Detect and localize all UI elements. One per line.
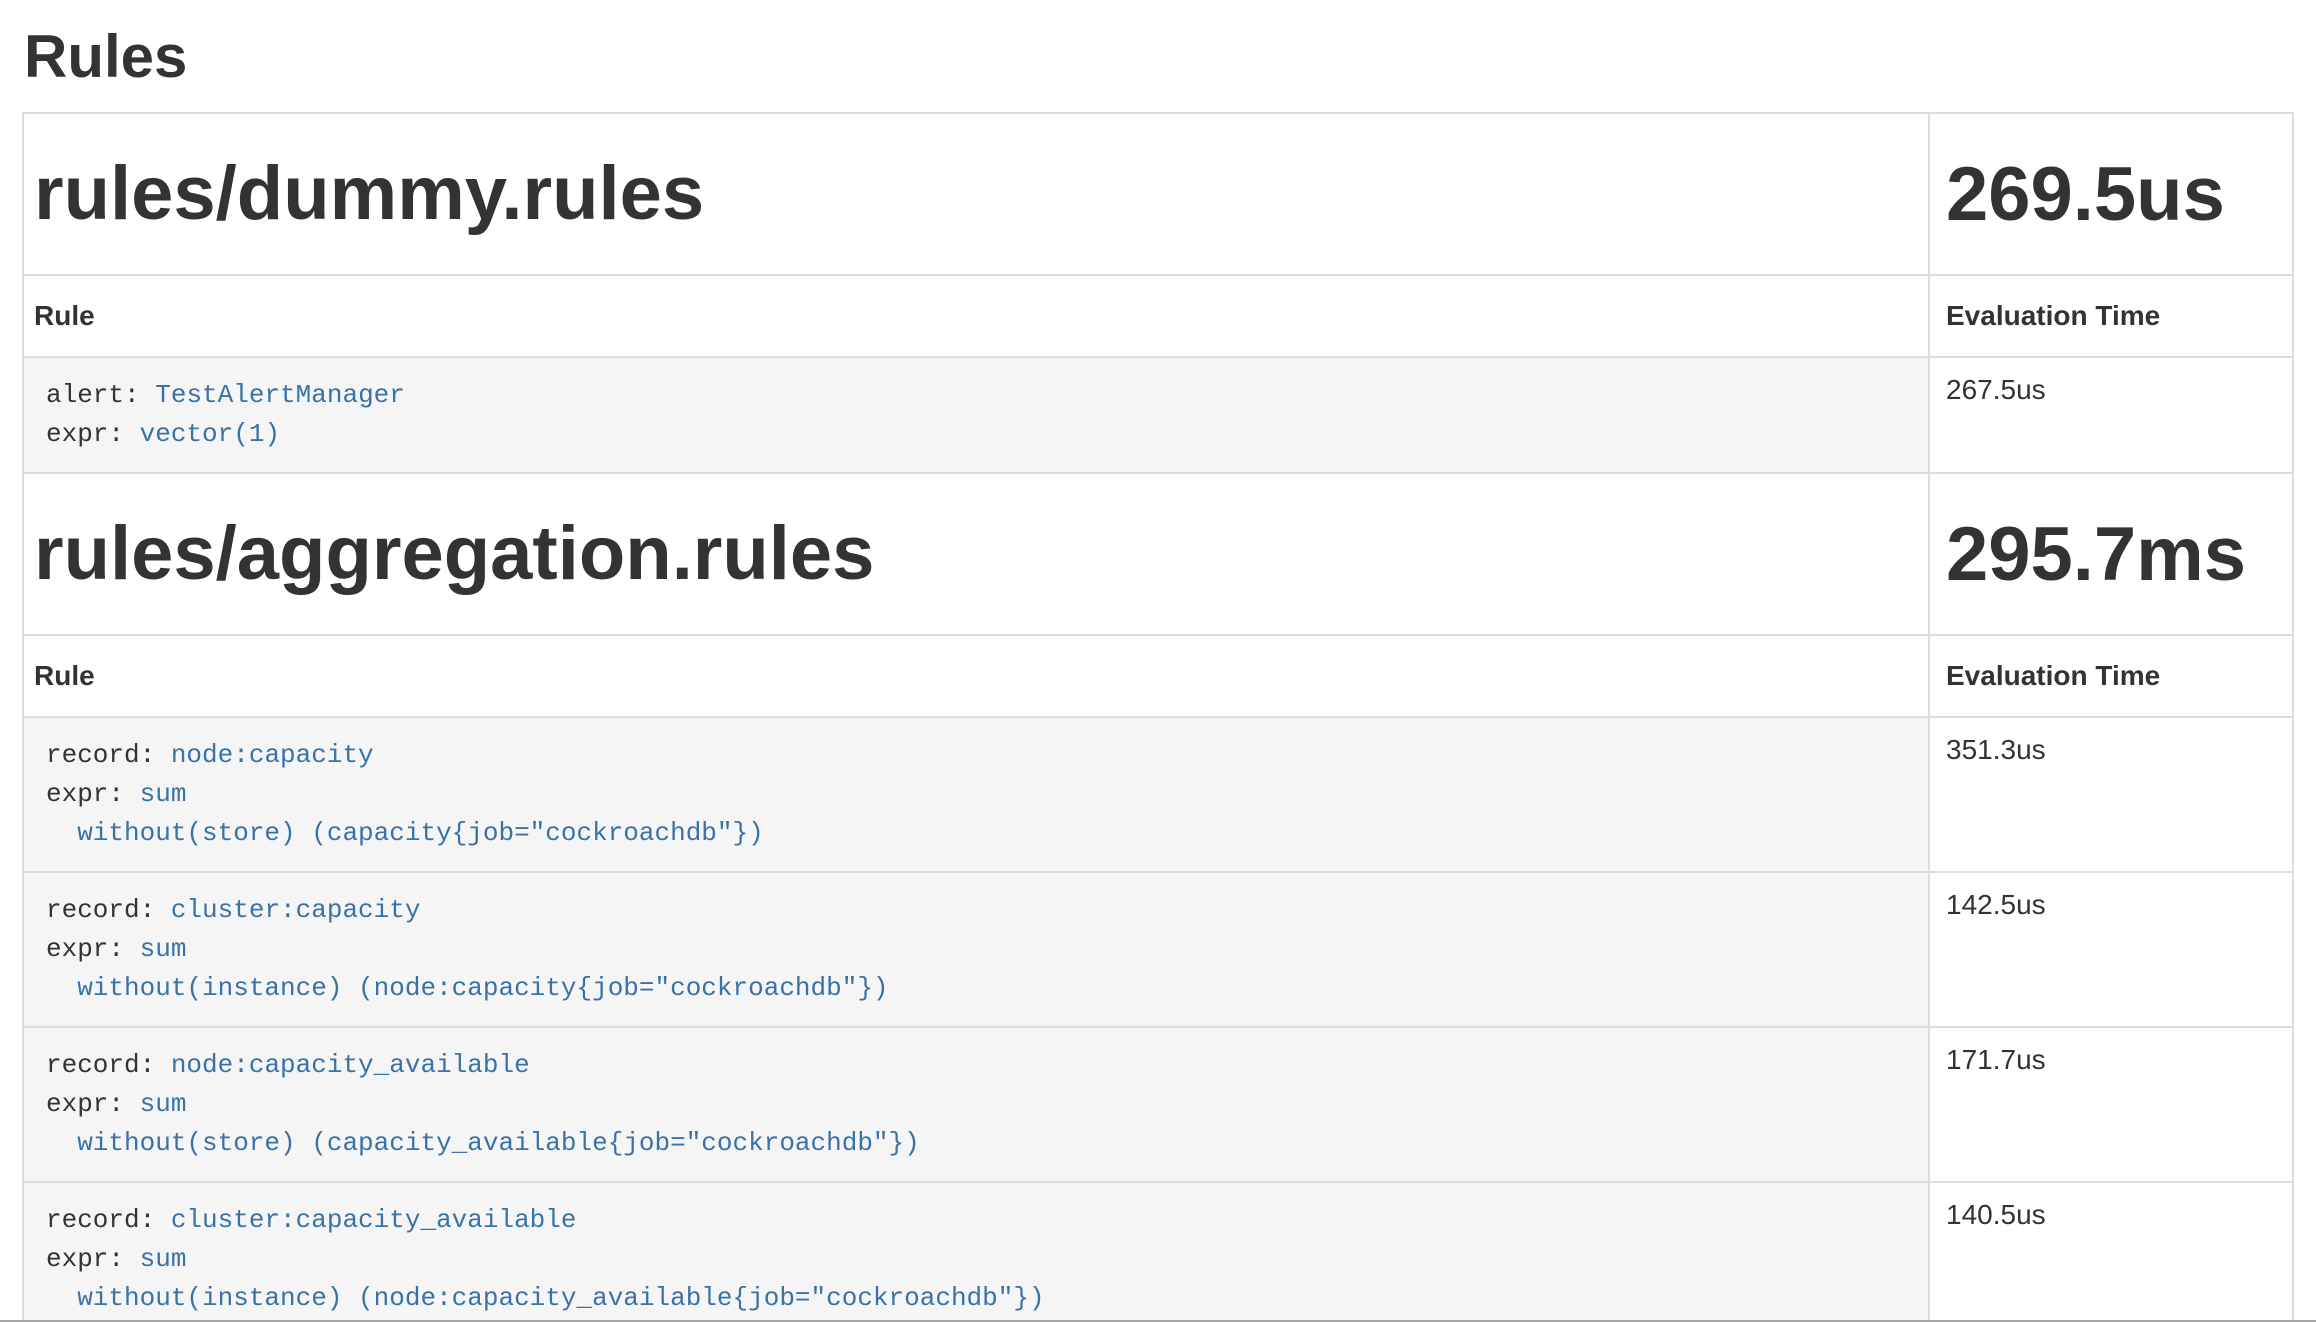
rule-expr-line: without(instance) (node:capacity_availab…	[46, 1283, 1045, 1313]
rule-expr-line: vector(1)	[140, 419, 280, 449]
rule-row: record: node:capacity expr: sum without(s…	[23, 717, 2293, 872]
rule-code: alert: TestAlertManager expr: vector(1)	[46, 376, 1906, 454]
rule-evaluation-time: 140.5us	[1929, 1182, 2293, 1322]
rule-type-key: alert:	[46, 380, 140, 410]
evaluation-time-column-header: Evaluation Time	[1929, 635, 2293, 717]
page-title: Rules	[24, 24, 2294, 90]
rule-group-header-row: rules/dummy.rules 269.5us	[23, 113, 2293, 275]
rule-group-file: rules/aggregation.rules	[34, 511, 874, 596]
rule-name-link[interactable]: cluster:capacity	[171, 895, 421, 925]
rule-expr-link[interactable]: sum without(instance) (node:capacity_ava…	[46, 1244, 1045, 1313]
rules-table: rules/dummy.rules269.5usRuleEvaluation T…	[22, 112, 2294, 1322]
rule-definition-cell: record: node:capacity expr: sum without(s…	[23, 717, 1929, 872]
rule-expr-link[interactable]: sum without(store) (capacity{job="cockro…	[46, 779, 764, 848]
expr-key: expr:	[46, 419, 124, 449]
expr-key: expr:	[46, 1089, 124, 1119]
rule-group-header-row: rules/aggregation.rules 295.7ms	[23, 473, 2293, 635]
rules-page: Rules rules/dummy.rules269.5usRuleEvalua…	[0, 24, 2316, 1322]
rule-definition-cell: record: cluster:capacity_availableexpr: …	[23, 1182, 1929, 1322]
rule-row: record: node:capacity_available expr: sum…	[23, 1027, 2293, 1182]
columns-header-row: RuleEvaluation Time	[23, 635, 2293, 717]
rule-type-key: record:	[46, 895, 155, 925]
rule-type-key: record:	[46, 740, 155, 770]
rule-code: record: cluster:capacity_availableexpr: …	[46, 1201, 1906, 1318]
rule-group-evaluation-time: 295.7ms	[1929, 473, 2293, 635]
rule-name-link[interactable]: node:capacity_available	[171, 1050, 530, 1080]
rule-column-header: Rule	[23, 635, 1929, 717]
rule-group-name-cell: rules/aggregation.rules	[23, 473, 1929, 635]
rule-evaluation-time: 142.5us	[1929, 872, 2293, 1027]
rule-name-link[interactable]: TestAlertManager	[155, 380, 405, 410]
rule-definition-cell: record: cluster:capacity expr: sum withou…	[23, 872, 1929, 1027]
rule-name-link[interactable]: node:capacity	[171, 740, 374, 770]
rule-group-file: rules/dummy.rules	[34, 151, 704, 236]
rule-column-header: Rule	[23, 275, 1929, 357]
expr-key: expr:	[46, 934, 124, 964]
rule-evaluation-time: 267.5us	[1929, 357, 2293, 473]
browser-viewport: Rules rules/dummy.rules269.5usRuleEvalua…	[0, 0, 2316, 1322]
rule-code: record: node:capacity_available expr: sum…	[46, 1046, 1906, 1163]
rule-name-link[interactable]: cluster:capacity_available	[171, 1205, 577, 1235]
rule-type-key: record:	[46, 1205, 155, 1235]
rule-definition-cell: record: node:capacity_available expr: sum…	[23, 1027, 1929, 1182]
rule-expr-line: sum	[140, 1089, 187, 1119]
expr-key: expr:	[46, 779, 124, 809]
rule-evaluation-time: 351.3us	[1929, 717, 2293, 872]
rule-type-key: record:	[46, 1050, 155, 1080]
rule-code: record: node:capacity expr: sum without(s…	[46, 736, 1906, 853]
rule-row: record: cluster:capacity_availableexpr: …	[23, 1182, 2293, 1322]
rule-evaluation-time: 171.7us	[1929, 1027, 2293, 1182]
rule-group-name-cell: rules/dummy.rules	[23, 113, 1929, 275]
rule-expr-line: without(store) (capacity{job="cockroachd…	[46, 818, 764, 848]
rule-expr-link[interactable]: vector(1)	[140, 419, 280, 449]
rule-definition-cell: alert: TestAlertManager expr: vector(1)	[23, 357, 1929, 473]
rule-expr-link[interactable]: sum without(store) (capacity_available{j…	[46, 1089, 920, 1158]
rule-expr-line: without(instance) (node:capacity{job="co…	[46, 973, 889, 1003]
rule-expr-line: without(store) (capacity_available{job="…	[46, 1128, 920, 1158]
rule-expr-link[interactable]: sum without(instance) (node:capacity{job…	[46, 934, 889, 1003]
rule-code: record: cluster:capacity expr: sum withou…	[46, 891, 1906, 1008]
expr-key: expr:	[46, 1244, 124, 1274]
columns-header-row: RuleEvaluation Time	[23, 275, 2293, 357]
evaluation-time-column-header: Evaluation Time	[1929, 275, 2293, 357]
rule-expr-line: sum	[140, 1244, 187, 1274]
rule-row: record: cluster:capacity expr: sum withou…	[23, 872, 2293, 1027]
rule-expr-line: sum	[140, 779, 187, 809]
rule-group-evaluation-time: 269.5us	[1929, 113, 2293, 275]
rule-expr-line: sum	[140, 934, 187, 964]
rule-row: alert: TestAlertManager expr: vector(1) 26…	[23, 357, 2293, 473]
